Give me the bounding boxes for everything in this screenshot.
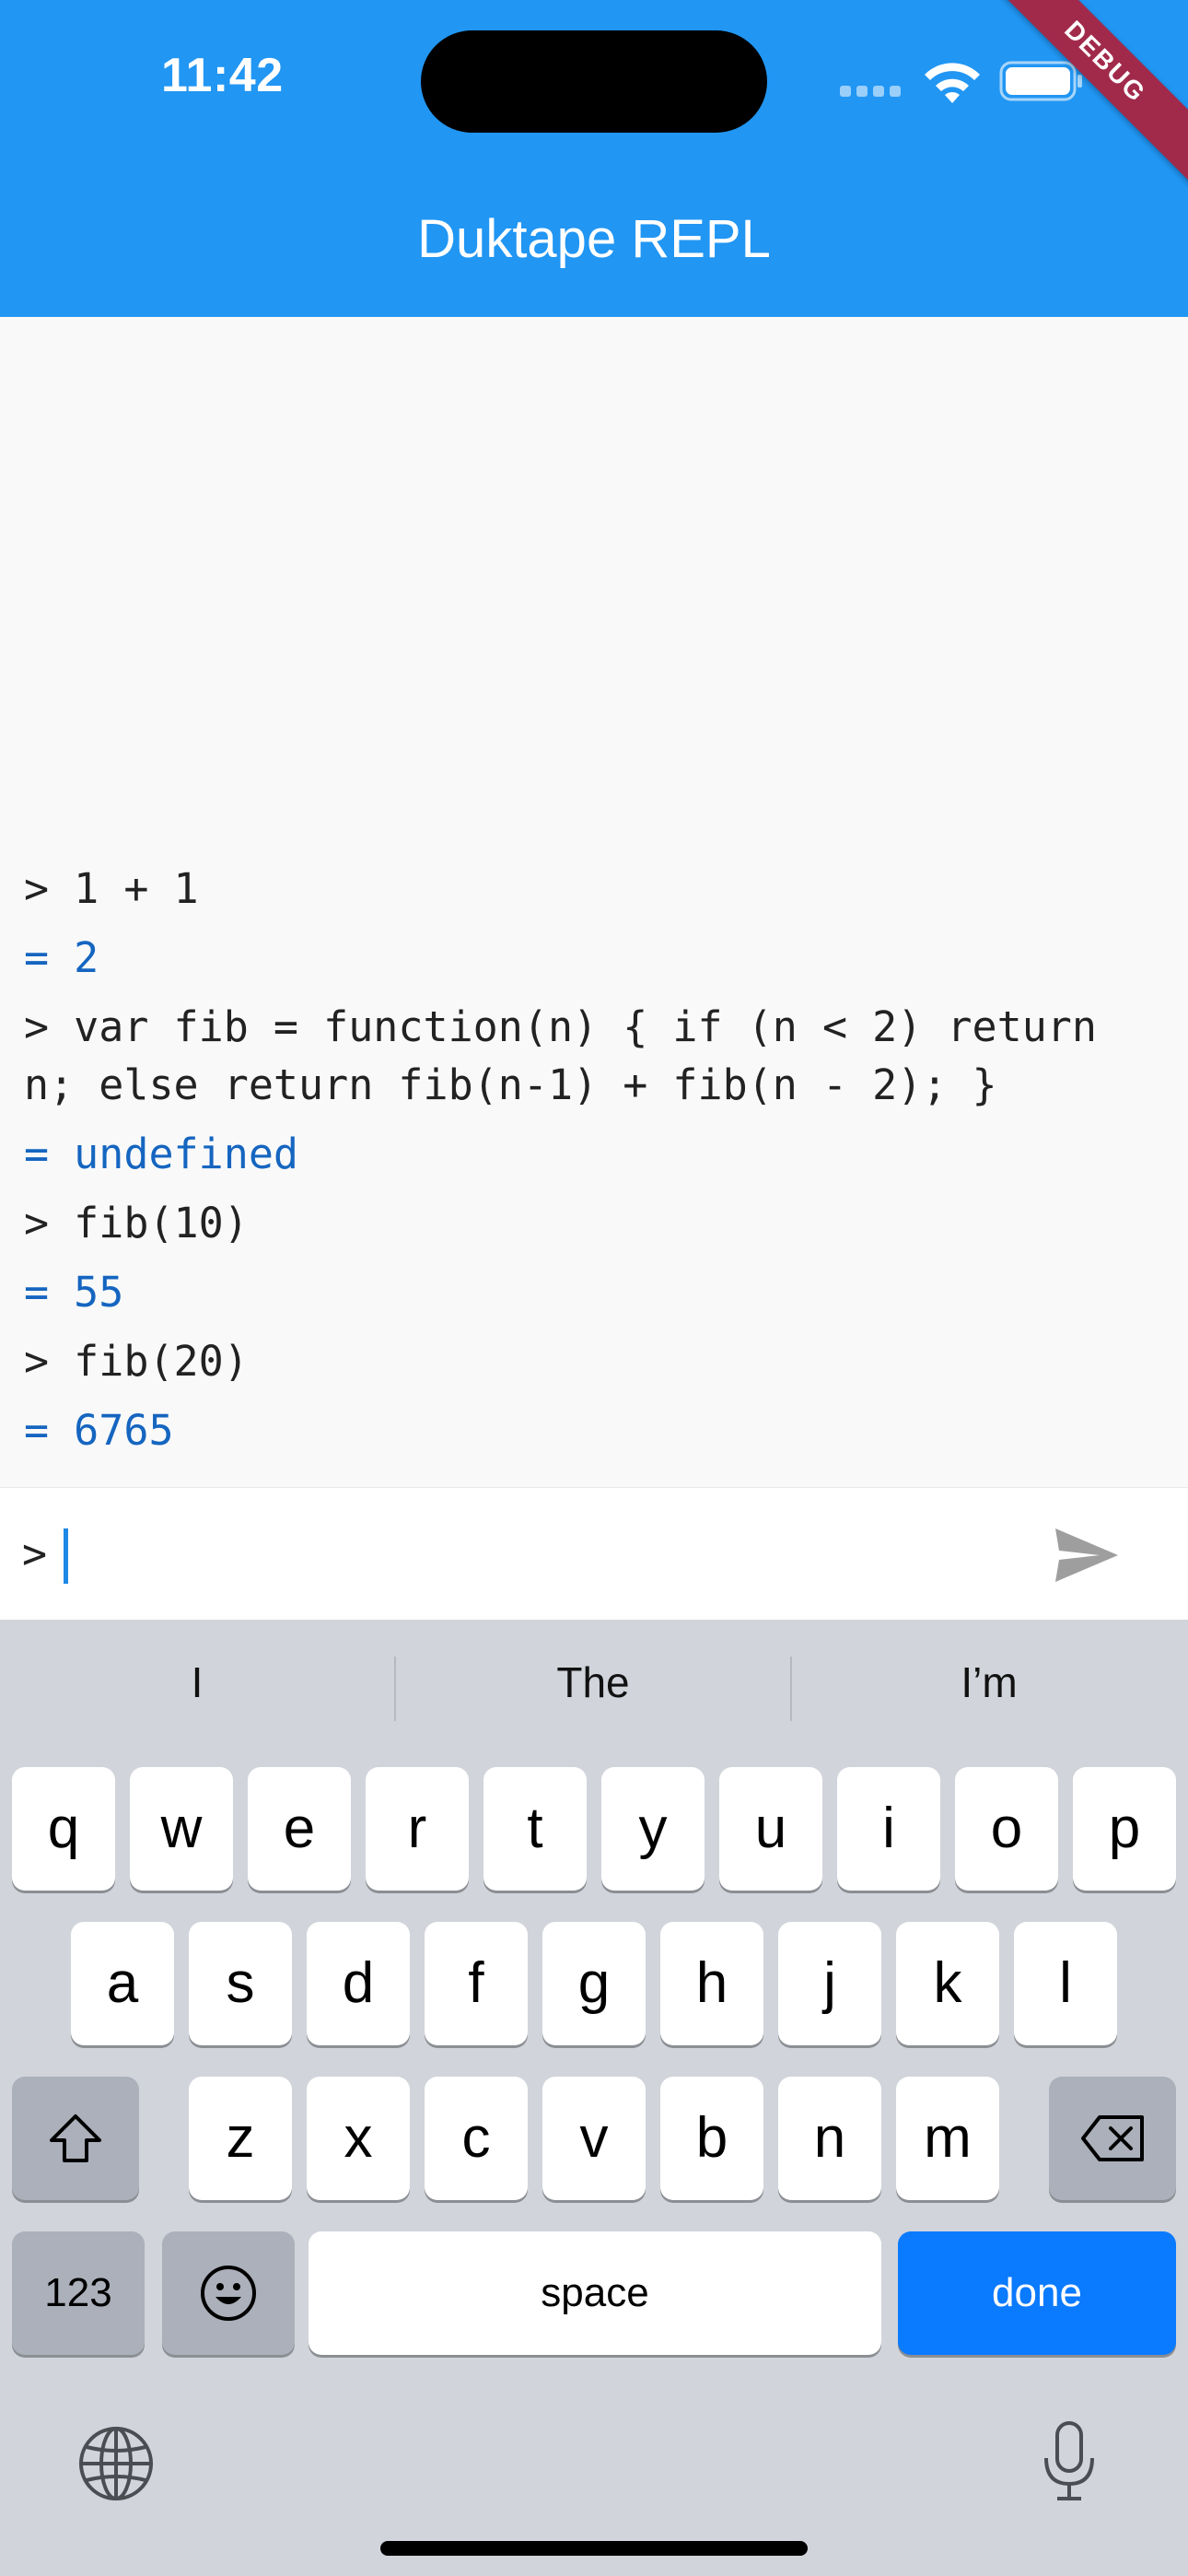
console-line-output: = 2 [24,933,99,982]
key-u[interactable]: u [719,1767,822,1891]
globe-icon[interactable] [77,2425,155,2502]
numbers-key[interactable]: 123 [12,2231,145,2355]
home-indicator [380,2541,808,2556]
key-x[interactable]: x [307,2077,410,2200]
keyboard: I The I’m q w e r t y u i o p a s d f g … [0,1620,1188,2576]
console-line-input: > var fib = function(n) { if (n < 2) ret… [24,1002,1123,1109]
console-line-output: = 55 [24,1268,124,1317]
suggestion-item[interactable]: The [396,1645,790,1719]
key-p[interactable]: p [1073,1767,1176,1891]
key-t[interactable]: t [483,1767,587,1891]
backspace-key[interactable] [1049,2077,1176,2200]
key-m[interactable]: m [896,2077,999,2200]
key-k[interactable]: k [896,1922,999,2045]
key-a[interactable]: a [71,1922,174,2045]
key-w[interactable]: w [130,1767,233,1891]
space-key[interactable]: space [309,2231,881,2355]
input-prompt: > [22,1529,48,1578]
page-title: Duktape REPL [417,209,771,269]
suggestion-bar: I The I’m [0,1620,1188,1758]
key-e[interactable]: e [248,1767,351,1891]
key-l[interactable]: l [1014,1922,1117,2045]
text-caret [64,1528,68,1584]
microphone-icon[interactable] [1041,2419,1098,2504]
key-g[interactable]: g [542,1922,646,2045]
key-b[interactable]: b [660,2077,763,2200]
console-line-output: = undefined [24,1130,299,1178]
input-bar: > [0,1487,1188,1621]
shift-key[interactable] [12,2077,139,2200]
console-line-input: > fib(10) [24,1199,249,1247]
emoji-key[interactable] [162,2231,295,2355]
status-time: 11:42 [161,49,284,102]
key-r[interactable]: r [366,1767,469,1891]
key-o[interactable]: o [955,1767,1058,1891]
key-f[interactable]: f [425,1922,528,2045]
send-icon[interactable] [1052,1525,1122,1586]
key-z[interactable]: z [189,2077,292,2200]
backspace-icon [1081,2115,1144,2161]
key-i[interactable]: i [837,1767,940,1891]
key-d[interactable]: d [307,1922,410,2045]
console-line-input: > 1 + 1 [24,864,199,913]
key-h[interactable]: h [660,1922,763,2045]
dynamic-island [421,30,767,133]
key-q[interactable]: q [12,1767,115,1891]
battery-icon [999,61,1082,101]
key-n[interactable]: n [778,2077,881,2200]
shift-icon [50,2114,101,2162]
key-s[interactable]: s [189,1922,292,2045]
repl-console[interactable]: > 1 + 1 = 2 > var fib = function(n) { if… [0,317,1188,1487]
emoji-icon [201,2266,256,2321]
console-lines: > 1 + 1 = 2 > var fib = function(n) { if… [24,849,1166,1459]
console-line-output: = 6765 [24,1406,174,1455]
suggestion-item[interactable]: I [0,1645,394,1719]
key-v[interactable]: v [542,2077,646,2200]
key-c[interactable]: c [425,2077,528,2200]
console-line-input: > fib(20) [24,1337,249,1386]
key-y[interactable]: y [601,1767,705,1891]
done-key[interactable]: done [898,2231,1176,2355]
wifi-icon [925,63,980,103]
cellular-signal-icon [840,85,906,101]
code-input[interactable] [74,1516,998,1595]
suggestion-item[interactable]: I’m [792,1645,1186,1719]
app-bar: 11:42 DEBUG Duktape REPL [0,0,1188,317]
key-j[interactable]: j [778,1922,881,2045]
